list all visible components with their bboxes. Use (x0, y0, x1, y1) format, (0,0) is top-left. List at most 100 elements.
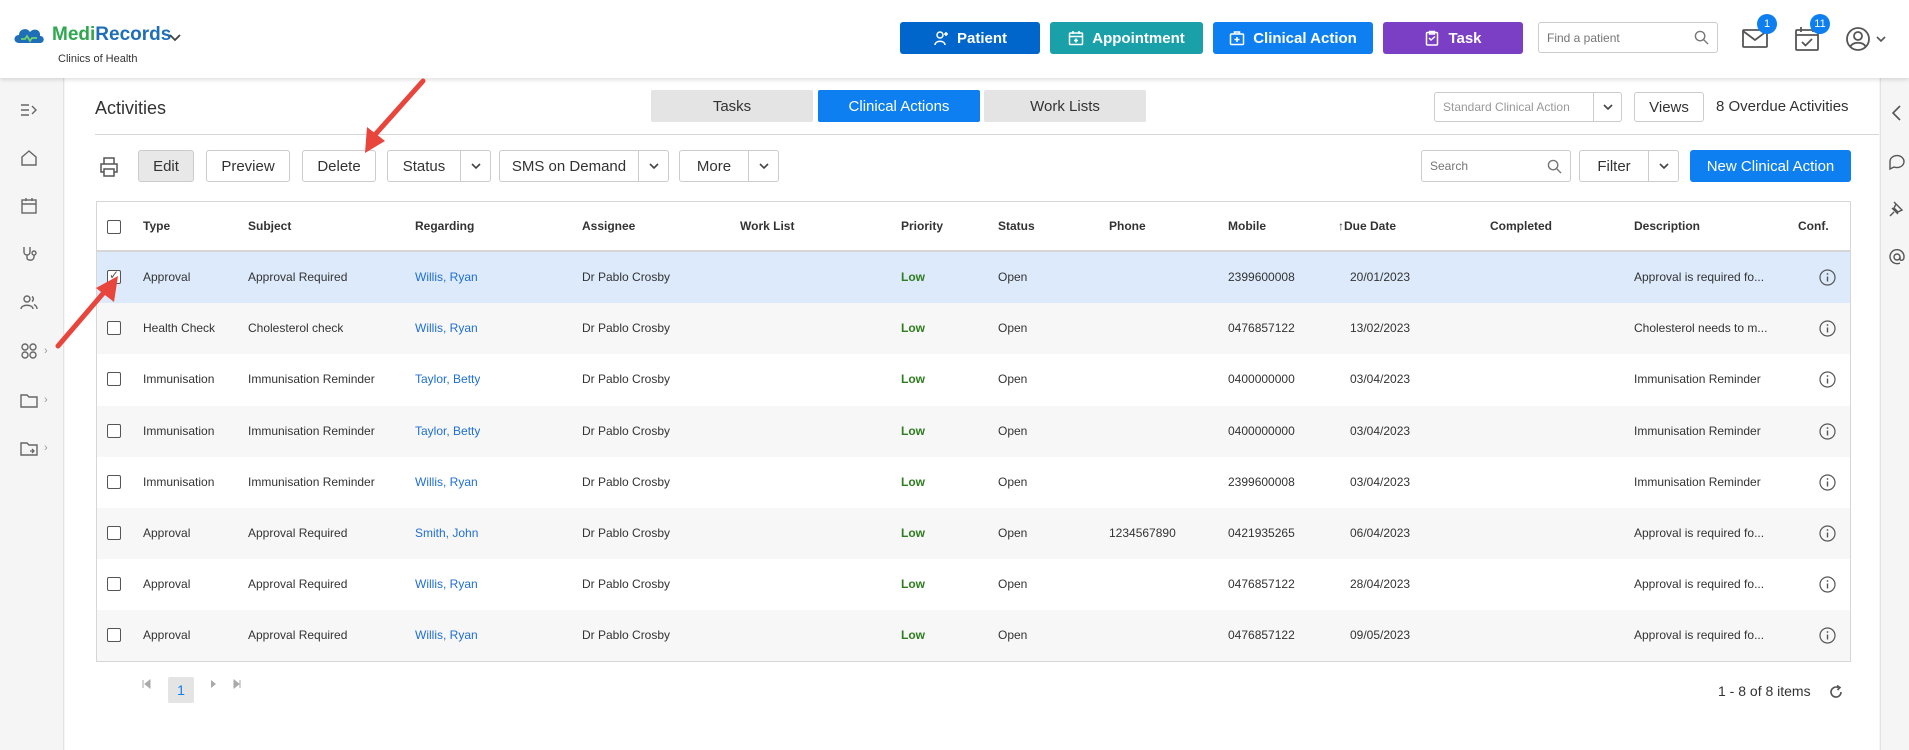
column-header[interactable]: Subject (248, 219, 291, 233)
column-header[interactable]: Mobile (1228, 219, 1266, 233)
appointment-button[interactable]: Appointment (1050, 22, 1203, 54)
table-row[interactable]: Approval Approval Required Smith, John Dr P… (97, 508, 1850, 559)
nav-collapse[interactable] (20, 98, 50, 122)
info-icon[interactable] (1819, 422, 1836, 440)
more-label: More (696, 157, 732, 175)
cell-regarding[interactable]: Taylor, Betty (415, 424, 480, 438)
filter-dropdown[interactable]: Filter (1579, 150, 1679, 182)
column-header[interactable]: Regarding (415, 219, 474, 233)
info-icon[interactable] (1819, 525, 1836, 542)
table-row[interactable]: Immunisation Immunisation Reminder Taylor,… (97, 405, 1850, 457)
cell-description: Approval is required fo... (1634, 628, 1765, 643)
row-checkbox[interactable] (107, 423, 121, 438)
chevron-down-icon[interactable] (168, 30, 182, 44)
edit-button[interactable]: Edit (138, 150, 194, 182)
more-dropdown[interactable]: More (679, 150, 779, 182)
column-header[interactable]: Description (1634, 219, 1700, 233)
chevron-down-icon[interactable] (638, 151, 668, 181)
column-header[interactable]: Completed (1490, 219, 1552, 233)
chevron-down-icon[interactable] (460, 151, 490, 181)
search-icon[interactable] (1694, 30, 1709, 45)
delete-button[interactable]: Delete (302, 150, 376, 182)
patient-button[interactable]: Patient (900, 22, 1040, 54)
table-row[interactable]: Approval Approval Required Willis, Ryan Dr … (97, 610, 1850, 662)
cell-regarding[interactable]: Willis, Ryan (415, 270, 478, 284)
row-checkbox[interactable] (107, 268, 121, 284)
cell-regarding[interactable]: Willis, Ryan (415, 577, 478, 591)
column-header[interactable]: Work List (740, 219, 794, 233)
nav-documents[interactable]: › (20, 388, 50, 412)
column-header-sorted[interactable]: ↑Due Date (1338, 219, 1396, 233)
info-icon[interactable] (1819, 627, 1836, 644)
nav-clinical[interactable] (20, 242, 50, 266)
chat-icon[interactable] (1888, 153, 1906, 171)
nav-reports[interactable]: › (20, 436, 50, 460)
table-search[interactable] (1421, 150, 1571, 182)
cell-subject: Approval Required (248, 526, 348, 540)
info-icon[interactable] (1819, 320, 1836, 337)
column-header[interactable]: Phone (1109, 219, 1146, 233)
table-row[interactable]: Immunisation Immunisation Reminder Taylor,… (97, 354, 1850, 405)
find-patient-search[interactable] (1538, 22, 1718, 53)
views-button[interactable]: Views (1634, 92, 1704, 122)
nav-home[interactable] (20, 146, 50, 170)
print-icon[interactable] (98, 156, 120, 178)
chevron-down-icon[interactable] (748, 151, 778, 181)
cell-regarding[interactable]: Taylor, Betty (415, 372, 480, 386)
nav-activities[interactable]: › (20, 339, 50, 363)
row-checkbox[interactable] (107, 577, 121, 592)
refresh-icon[interactable] (1828, 684, 1844, 700)
column-header[interactable]: Priority (901, 219, 943, 233)
cell-description: Immunisation Reminder (1634, 372, 1761, 387)
cell-regarding[interactable]: Willis, Ryan (415, 321, 478, 335)
chevron-down-icon[interactable] (1593, 93, 1621, 121)
row-checkbox[interactable] (107, 628, 121, 643)
info-icon[interactable] (1819, 371, 1836, 388)
table-row[interactable]: Immunisation Immunisation Reminder Willis,… (97, 457, 1850, 508)
medirecords-logo[interactable]: MediRecords (12, 24, 171, 46)
select-all-checkbox[interactable] (107, 220, 121, 234)
column-header[interactable]: Assignee (582, 219, 635, 233)
pin-icon[interactable] (1888, 200, 1906, 218)
tab-clinical-actions[interactable]: Clinical Actions (818, 90, 980, 122)
action-type-select[interactable]: Standard Clinical Action (1434, 92, 1622, 122)
cell-priority: Low (901, 321, 925, 336)
column-header[interactable]: Conf. (1798, 219, 1829, 233)
cell-regarding[interactable]: Smith, John (415, 526, 478, 540)
find-patient-input[interactable] (1539, 23, 1679, 52)
column-header[interactable]: Type (143, 219, 170, 233)
new-clinical-action-button[interactable]: New Clinical Action (1690, 150, 1851, 182)
table-row[interactable]: Approval Approval Required Willis, Ryan Dr … (97, 252, 1850, 303)
column-header[interactable]: Status (998, 219, 1035, 233)
nav-calendar[interactable] (20, 194, 50, 218)
preview-button[interactable]: Preview (206, 150, 290, 182)
tasks-inbox-button[interactable]: 11 (1794, 14, 1830, 54)
cell-status: Open (998, 628, 1028, 643)
clinical-action-button[interactable]: Clinical Action (1213, 22, 1373, 54)
sms-on-demand-dropdown[interactable]: SMS on Demand (499, 150, 669, 182)
search-input[interactable] (1422, 151, 1542, 181)
row-checkbox[interactable] (107, 372, 121, 387)
user-menu[interactable] (1845, 26, 1887, 52)
messages-button[interactable]: 1 (1741, 14, 1777, 54)
info-icon[interactable] (1819, 576, 1836, 593)
info-icon[interactable] (1819, 269, 1836, 286)
page-number-current[interactable]: 1 (168, 677, 194, 703)
row-checkbox[interactable] (107, 321, 121, 336)
row-checkbox[interactable] (107, 474, 121, 489)
chevron-left-icon[interactable] (1888, 104, 1906, 122)
nav-patients[interactable] (20, 290, 50, 314)
at-sign-icon[interactable] (1888, 248, 1906, 266)
task-button[interactable]: Task (1383, 22, 1523, 54)
search-icon[interactable] (1547, 159, 1562, 174)
cell-regarding[interactable]: Willis, Ryan (415, 475, 478, 489)
tab-tasks[interactable]: Tasks (651, 90, 813, 122)
table-row[interactable]: Health Check Cholesterol check Willis, Rya… (97, 303, 1850, 355)
status-dropdown[interactable]: Status (387, 150, 491, 182)
row-checkbox[interactable] (107, 526, 121, 540)
cell-regarding[interactable]: Willis, Ryan (415, 628, 478, 642)
info-icon[interactable] (1819, 474, 1836, 491)
tab-work-lists[interactable]: Work Lists (984, 90, 1146, 122)
table-row[interactable]: Approval Approval Required Willis, Ryan Dr … (97, 559, 1850, 610)
chevron-down-icon[interactable] (1648, 151, 1678, 181)
